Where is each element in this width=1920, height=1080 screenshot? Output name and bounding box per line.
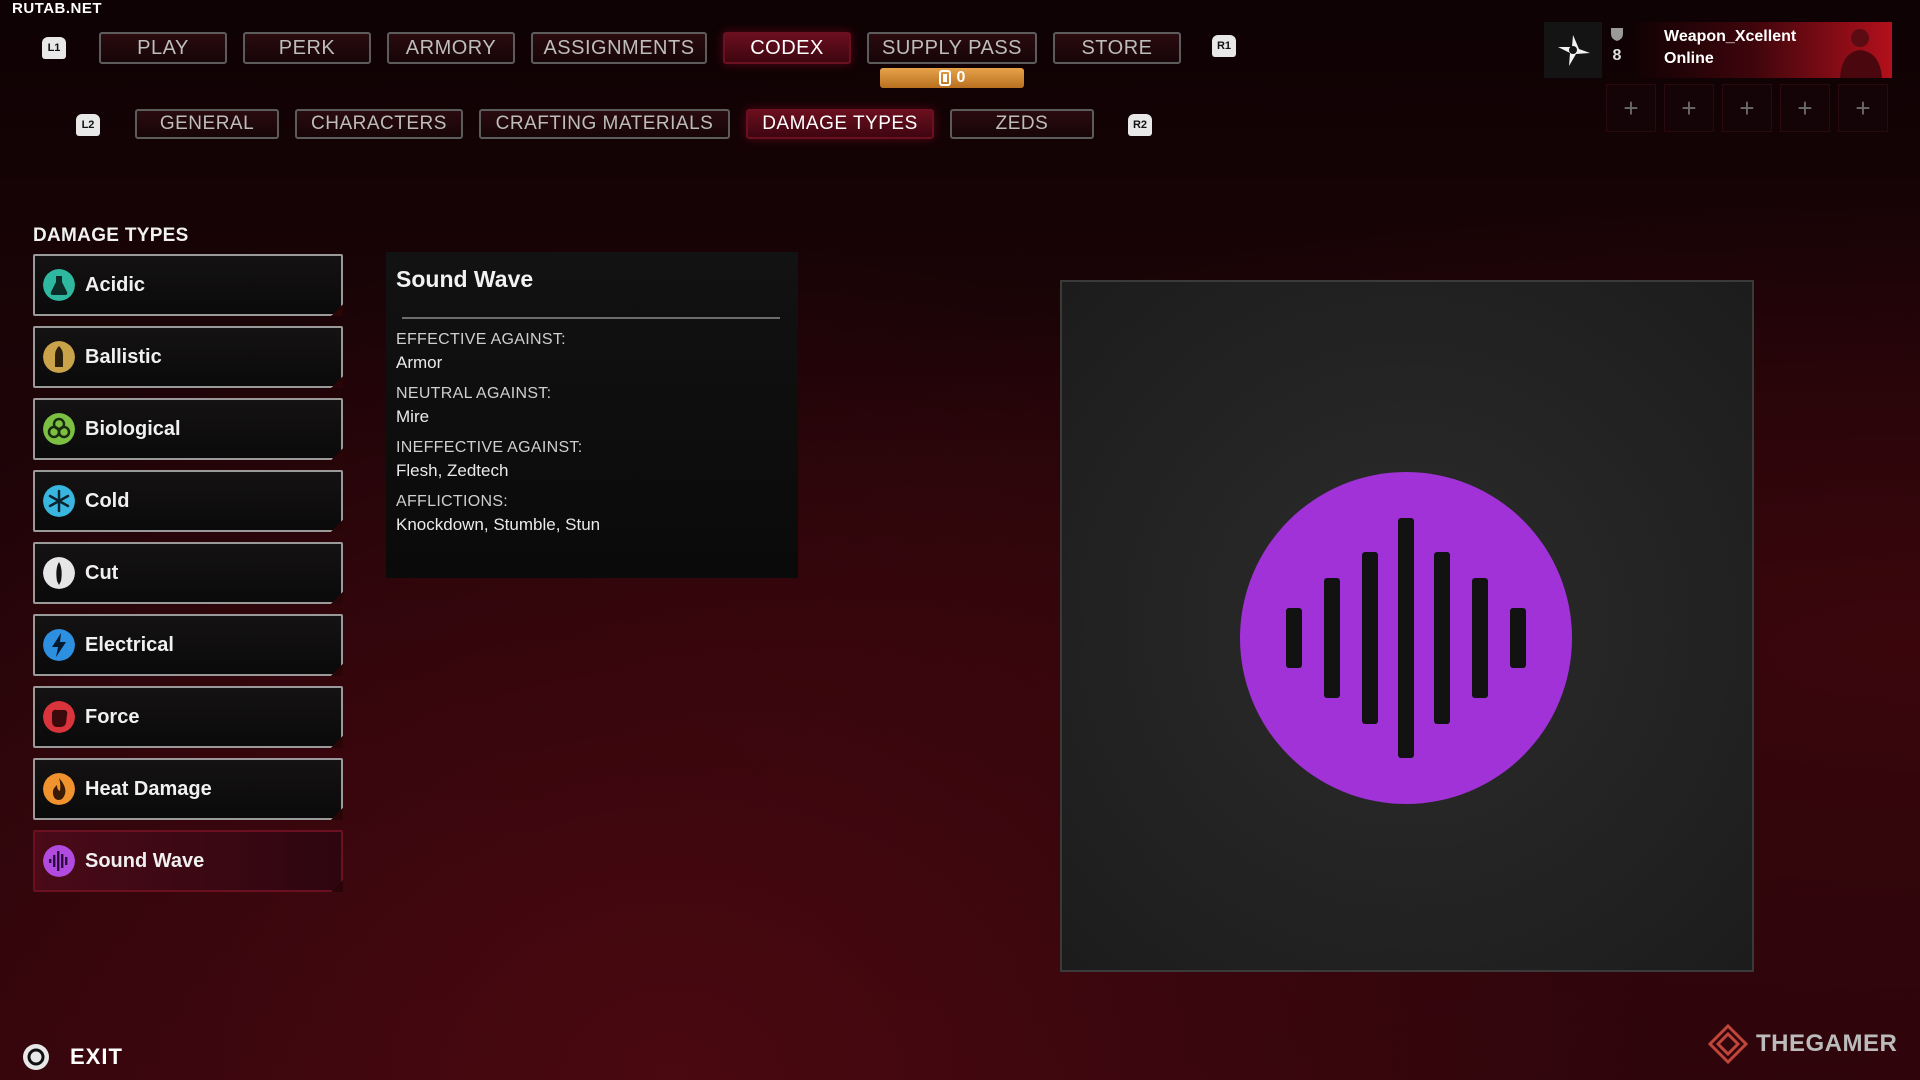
damage-type-cold[interactable]: Cold (33, 470, 343, 532)
flask-icon (43, 269, 75, 301)
damage-type-label: Sound Wave (85, 849, 205, 872)
damage-type-label: Force (85, 705, 140, 728)
tab-damage-types[interactable]: DAMAGE TYPES (746, 109, 934, 139)
flame-icon (43, 773, 75, 805)
damage-type-label: Cold (85, 489, 130, 512)
player-level: 8 (1612, 47, 1622, 64)
tab-play[interactable]: PLAY (99, 32, 227, 64)
rank-emblem (1544, 22, 1602, 78)
damage-type-electrical[interactable]: Electrical (33, 614, 343, 676)
supply-pass-currency: 0 (880, 68, 1024, 88)
damage-type-sound-wave[interactable]: Sound Wave (33, 830, 343, 892)
l2-hint: L2 (76, 114, 100, 136)
thegamer-logo-icon (1708, 1024, 1748, 1064)
tab-perk[interactable]: PERK (243, 32, 371, 64)
tab-assignments[interactable]: ASSIGNMENTS (531, 32, 707, 64)
party-slot-1[interactable]: + (1606, 84, 1656, 132)
currency-value: 0 (956, 69, 966, 86)
tab-store[interactable]: STORE (1053, 32, 1181, 64)
damage-type-ballistic[interactable]: Ballistic (33, 326, 343, 388)
snowflake-icon (43, 485, 75, 517)
tab-crafting-materials[interactable]: CRAFTING MATERIALS (479, 109, 730, 139)
damage-type-label: Acidic (85, 273, 146, 296)
l1-hint: L1 (42, 37, 66, 59)
party-slot-4[interactable]: + (1780, 84, 1830, 132)
damage-type-label: Heat Damage (85, 777, 212, 800)
tab-characters[interactable]: CHARACTERS (295, 109, 463, 139)
sound-wave-icon (1240, 472, 1572, 804)
tab-general[interactable]: GENERAL (135, 109, 279, 139)
damage-type-biological[interactable]: Biological (33, 398, 343, 460)
damage-type-heat-damage[interactable]: Heat Damage (33, 758, 343, 820)
afflictions-label: AFFLICTIONS: (396, 493, 509, 510)
party-slot-2[interactable]: + (1664, 84, 1714, 132)
sound-wave-icon (43, 845, 75, 877)
player-name: Weapon_Xcellent (1664, 28, 1797, 45)
r1-hint: R1 (1212, 35, 1236, 57)
damage-type-label: Ballistic (85, 345, 162, 368)
level-badge: 8 (1606, 26, 1628, 65)
detail-title: Sound Wave (396, 266, 534, 292)
effective-against-label: EFFECTIVE AGAINST: (396, 331, 566, 348)
player-profile[interactable]: 8 Weapon_Xcellent Online (1544, 22, 1892, 78)
profile-card: Weapon_Xcellent Online (1636, 22, 1892, 78)
party-slot-5[interactable]: + (1838, 84, 1888, 132)
damage-type-label: Electrical (85, 633, 174, 656)
brand-label: THEGAMER (1756, 1030, 1898, 1057)
r2-hint: R2 (1128, 114, 1152, 136)
player-status: Online (1664, 50, 1714, 67)
ineffective-against-value: Flesh, Zedtech (396, 461, 509, 480)
faction-emblem-icon (1558, 35, 1590, 66)
blade-icon (43, 557, 75, 589)
circle-button-icon (23, 1044, 49, 1070)
neutral-against-value: Mire (396, 407, 430, 426)
site-watermark: RUTAB.NET (12, 0, 103, 17)
shield-icon (1611, 28, 1623, 41)
exit-button[interactable]: EXIT (22, 1043, 123, 1071)
tab-zeds[interactable]: ZEDS (950, 109, 1094, 139)
damage-type-preview (1060, 280, 1754, 972)
party-slot-3[interactable]: + (1722, 84, 1772, 132)
lightning-icon (43, 629, 75, 661)
fist-icon (43, 701, 75, 733)
section-title: DAMAGE TYPES (33, 225, 189, 246)
damage-type-label: Biological (85, 417, 181, 440)
afflictions-value: Knockdown, Stumble, Stun (396, 515, 601, 534)
tab-supply-pass[interactable]: SUPPLY PASS (867, 32, 1037, 64)
damage-type-detail-panel: Sound Wave EFFECTIVE AGAINST: Armor NEUT… (386, 252, 798, 578)
exit-label: EXIT (70, 1044, 123, 1069)
tab-armory[interactable]: ARMORY (387, 32, 515, 64)
neutral-against-label: NEUTRAL AGAINST: (396, 385, 552, 402)
ineffective-against-label: INEFFECTIVE AGAINST: (396, 439, 583, 456)
damage-type-list: Acidic Ballistic Biological Cold Cut Ele… (33, 254, 343, 902)
avatar (1840, 29, 1882, 78)
damage-type-force[interactable]: Force (33, 686, 343, 748)
currency-icon (938, 70, 951, 86)
tab-codex[interactable]: CODEX (723, 32, 851, 64)
damage-type-acidic[interactable]: Acidic (33, 254, 343, 316)
damage-type-cut[interactable]: Cut (33, 542, 343, 604)
effective-against-value: Armor (396, 353, 443, 372)
bullet-icon (43, 341, 75, 373)
divider (402, 317, 780, 319)
biohazard-icon (43, 413, 75, 445)
brand-watermark: THEGAMER (1708, 1024, 1897, 1064)
damage-type-label: Cut (85, 561, 119, 584)
